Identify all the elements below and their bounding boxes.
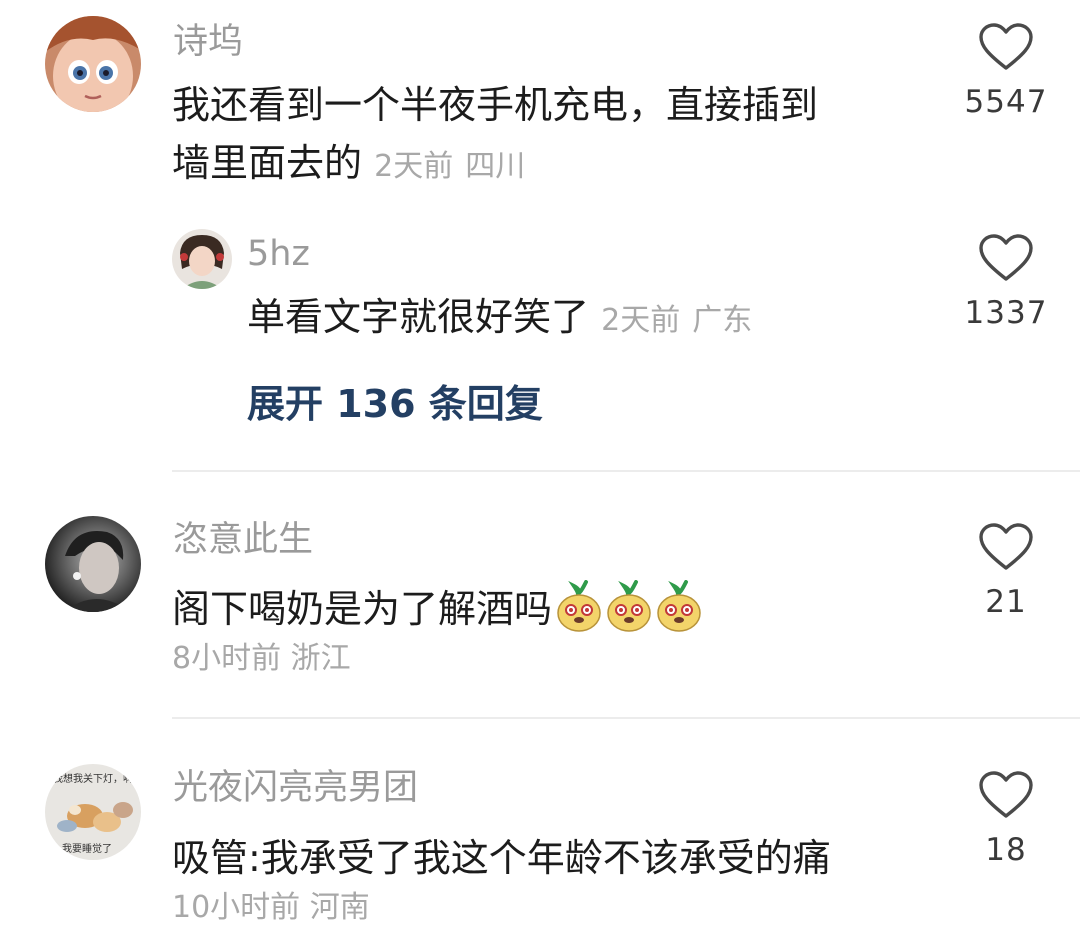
- location: 广东: [692, 303, 753, 338]
- comment-text: 吸管:我承受了我这个年龄不该承受的痛: [172, 829, 932, 887]
- username[interactable]: 5hz: [247, 234, 310, 274]
- avatar[interactable]: 我想我关下灯，啊 我要睡觉了: [45, 764, 141, 860]
- like-count: 18: [985, 832, 1027, 868]
- like-button[interactable]: 5547: [951, 22, 1061, 120]
- heart-outline-icon[interactable]: [978, 233, 1034, 283]
- expand-replies-button[interactable]: 展开 136 条回复: [247, 373, 543, 428]
- comment-text-line: 墙里面去的: [172, 141, 363, 185]
- avatar[interactable]: [172, 229, 232, 289]
- location: 浙江: [290, 641, 351, 676]
- location: 四川: [465, 149, 526, 184]
- timestamp: 2天前: [374, 149, 454, 184]
- divider: [172, 470, 1080, 472]
- comment-text: 阁下喝奶是为了解酒吗: [172, 580, 932, 638]
- pear-face-emoji-icon: [602, 580, 652, 632]
- comment-meta: 10小时前 河南: [172, 890, 370, 926]
- comment-text: 我还看到一个半夜手机充电，直接插到 墙里面去的 2天前 四川: [172, 76, 932, 196]
- comment-text-line: 阁下喝奶是为了解酒吗: [172, 587, 553, 631]
- timestamp: 8小时前: [172, 641, 282, 676]
- comment-text-line: 我还看到一个半夜手机充电，直接插到: [172, 83, 819, 127]
- timestamp: 10小时前: [172, 890, 301, 925]
- avatar-caption: 我要睡觉了: [62, 842, 112, 855]
- comment-meta: 8小时前 浙江: [172, 641, 351, 677]
- like-count: 21: [985, 584, 1027, 620]
- heart-outline-icon[interactable]: [978, 770, 1034, 820]
- like-count: 5547: [964, 84, 1048, 120]
- avatar[interactable]: [45, 16, 141, 112]
- heart-outline-icon[interactable]: [978, 522, 1034, 572]
- reply-text-line: 单看文字就很好笑了: [247, 295, 590, 339]
- pear-face-emoji-icon: [552, 580, 602, 632]
- pear-face-emoji-icon: [652, 580, 702, 632]
- avatar-caption: 我想我关下灯，啊: [53, 772, 133, 785]
- reply-text: 单看文字就很好笑了 2天前 广东: [247, 288, 927, 350]
- username[interactable]: 光夜闪亮亮男团: [173, 768, 418, 808]
- heart-outline-icon[interactable]: [978, 22, 1034, 72]
- divider: [172, 717, 1080, 719]
- like-button[interactable]: 21: [951, 522, 1061, 620]
- username[interactable]: 恣意此生: [173, 520, 313, 560]
- avatar[interactable]: [45, 516, 141, 612]
- username[interactable]: 诗坞: [173, 22, 243, 62]
- timestamp: 2天前: [601, 303, 681, 338]
- like-button[interactable]: 18: [951, 770, 1061, 868]
- like-button[interactable]: 1337: [951, 233, 1061, 331]
- like-count: 1337: [964, 295, 1048, 331]
- location: 河南: [309, 890, 370, 925]
- comment-text-line: 吸管:我承受了我这个年龄不该承受的痛: [172, 836, 831, 880]
